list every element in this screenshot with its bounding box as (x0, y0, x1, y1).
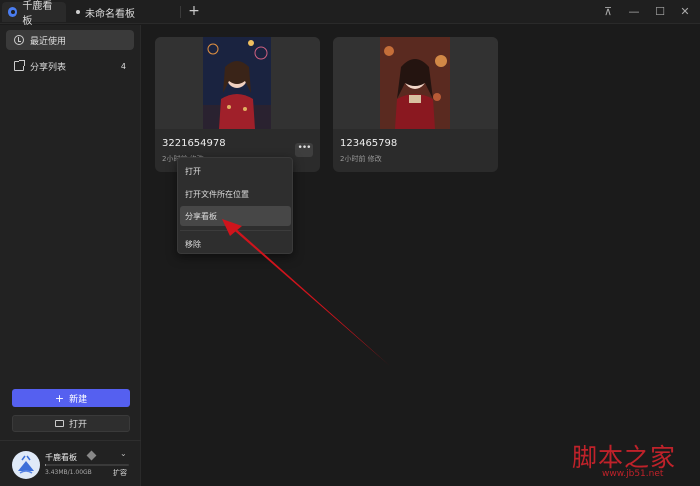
arrow-shaft (228, 224, 390, 366)
site-watermark: 脚本之家 www.jb51.net (572, 438, 694, 482)
watermark-url: www.jb51.net (602, 469, 664, 479)
app-window: 千鹿看板 未命名看板 + ⊼ — ☐ ✕ 最近使用 分享列表 4 + 新建 打开 (0, 0, 700, 486)
annotation-arrow (222, 219, 390, 366)
